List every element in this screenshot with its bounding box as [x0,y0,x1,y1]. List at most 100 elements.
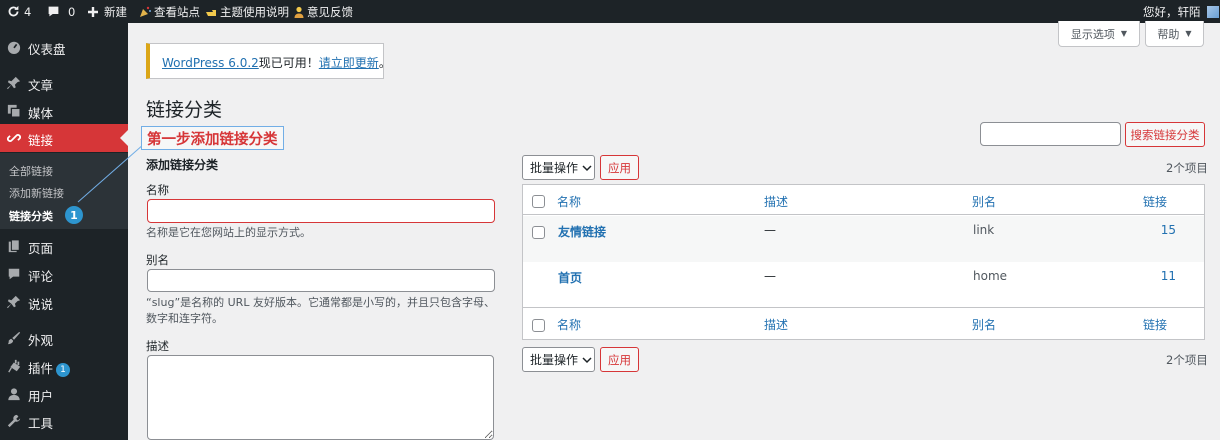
menu-posts-label: 文章 [28,78,54,93]
apply-button-bottom[interactable]: 应用 [600,347,639,372]
wrench-icon [7,414,21,428]
refresh-icon [6,5,20,19]
screen-options-label: 显示选项 [1070,27,1115,41]
apply-button-top[interactable]: 应用 [600,155,639,180]
chevron-down-icon [582,161,592,175]
menu-dashboard[interactable]: 仪表盘 [0,33,128,61]
menu-users[interactable]: 用户 [0,380,128,408]
menu-pages-label: 页面 [28,241,54,256]
bulk-action-select-bottom[interactable]: 批量操作 [522,347,595,372]
submenu-link-categories[interactable]: 链接分类 [9,208,53,224]
link-icon [7,131,21,145]
menu-media-label: 媒体 [28,106,54,121]
pin-icon [7,295,21,309]
updates-item[interactable]: 4 [6,0,31,23]
greeting-text: 您好，轩陌 [1143,4,1201,19]
pages-icon [7,239,21,253]
menu-users-label: 用户 [28,389,54,404]
submenu-add-link[interactable]: 添加新链接 [9,185,64,201]
table-row: 友情链接 — link 15 [523,216,1204,262]
description-textarea[interactable] [147,355,494,440]
header-slug[interactable]: 别名 [972,193,996,210]
menu-media[interactable]: 媒体 [0,97,128,125]
row-slug: home [973,269,1008,283]
menu-talk[interactable]: 说说 [0,288,128,316]
menu-talk-label: 说说 [28,297,54,312]
search-categories-button[interactable]: 搜索链接分类 [1125,122,1205,147]
row-name[interactable]: 友情链接 [558,223,606,240]
footer-description[interactable]: 描述 [764,316,788,333]
comment-icon [7,267,21,281]
footer-count[interactable]: 链接 [1143,316,1167,333]
chevron-down-icon [582,353,592,367]
submenu-all-links[interactable]: 全部链接 [9,163,53,179]
form-title: 添加链接分类 [146,158,219,172]
comments-count: 0 [68,4,76,19]
description-label: 描述 [146,339,169,353]
dashboard-icon [7,40,21,54]
comments-item[interactable]: 0 [46,0,75,23]
menu-plugins[interactable]: 插件 1 [0,352,128,380]
bulk-action-select-top[interactable]: 批量操作 [522,155,595,180]
menu-tools-label: 工具 [28,416,54,431]
notice-end: 。 [378,56,391,70]
feedback-label: 意见反馈 [307,4,353,19]
items-count-top: 2个项目 [1166,161,1208,175]
name-input[interactable] [147,199,495,223]
header-name[interactable]: 名称 [557,193,581,210]
row-checkbox[interactable] [532,226,545,239]
plug-icon [7,359,21,373]
row-description: — [764,269,776,283]
page-title: 链接分类 [146,99,223,121]
footer-slug[interactable]: 别名 [972,316,996,333]
row-count[interactable]: 11 [1144,269,1176,283]
pin-icon [7,76,21,90]
feedback-item[interactable]: 意见反馈 [292,0,353,23]
view-site-label: 查看站点 [154,4,200,19]
row-count[interactable]: 15 [1144,223,1176,237]
slug-input[interactable] [147,269,495,292]
header-count[interactable]: 链接 [1143,193,1167,210]
menu-comments[interactable]: 评论 [0,260,128,288]
notice-text: 现已可用！ [258,56,319,70]
admin-bar: 4 0 新建 查看站点 主题使用说明 意见反馈 您好，轩陌 [0,0,1220,23]
row-name[interactable]: 首页 [558,269,582,286]
update-now-link[interactable]: 请立即更新 [319,56,379,70]
pointing-hand-icon [204,5,218,19]
categories-table: 名称 描述 别名 链接 友情链接 — link 15 首页 — home 11 … [522,184,1205,340]
party-popper-icon [138,5,152,19]
annotation-leader-line [77,143,145,203]
menu-posts[interactable]: 文章 [0,69,128,97]
select-all-checkbox[interactable] [532,195,545,208]
name-label: 名称 [146,183,169,197]
row-slug: link [973,223,995,237]
footer-name[interactable]: 名称 [557,316,581,333]
menu-plugins-text: 插件 [28,361,54,376]
menu-tools[interactable]: 工具 [0,407,128,435]
slug-label: 别名 [146,253,169,267]
name-help: 名称是它在您网站上的显示方式。 [146,226,311,239]
user-avatar [1206,5,1219,18]
menu-appearance-label: 外观 [28,333,54,348]
new-label: 新建 [104,4,127,19]
updates-count: 4 [24,4,32,19]
screen-options-button[interactable]: 显示选项 ▼ [1058,21,1140,47]
help-button[interactable]: 帮助 ▼ [1145,21,1204,47]
wordpress-version-link[interactable]: WordPress 6.0.2 [162,56,259,70]
view-site-item[interactable]: 查看站点 [138,0,200,23]
comment-icon [46,5,60,19]
plugins-update-badge: 1 [56,363,71,377]
paintbrush-icon [7,331,21,345]
annotation-label: 第一步添加链接分类 [141,126,284,150]
account-item[interactable]: 您好，轩陌 [1143,0,1219,23]
select-all-checkbox-footer[interactable] [532,319,545,332]
theme-guide-item[interactable]: 主题使用说明 [204,0,289,23]
bulk-action-label: 批量操作 [530,353,579,367]
menu-plugins-label: 插件 1 [28,358,71,377]
new-content-item[interactable]: 新建 [86,0,127,23]
menu-appearance[interactable]: 外观 [0,324,128,352]
header-description[interactable]: 描述 [764,193,788,210]
menu-comments-label: 评论 [28,269,54,284]
caret-down-icon: ▼ [1185,29,1192,38]
search-input[interactable] [980,122,1121,146]
